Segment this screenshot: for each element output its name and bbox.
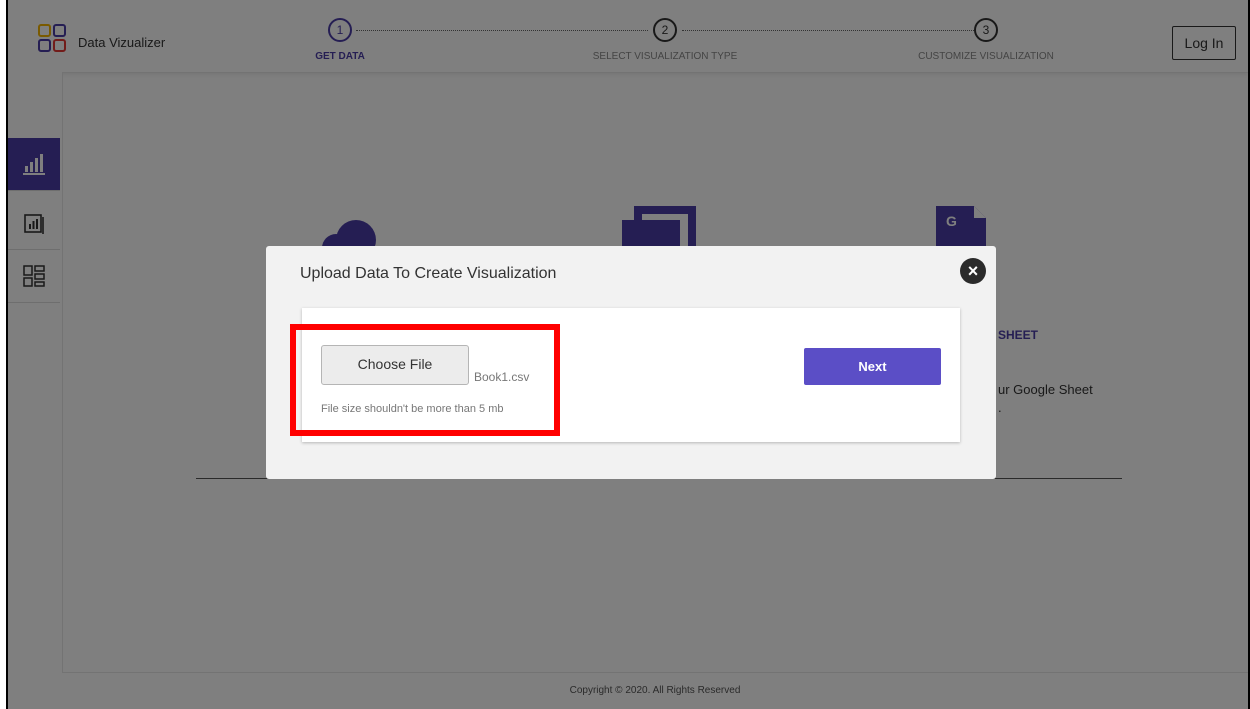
app-window: Data Vizualizer 1 GET DATA 2 SELECT VISU… bbox=[6, 0, 1250, 709]
close-icon[interactable]: × bbox=[960, 258, 986, 284]
highlight-box bbox=[290, 324, 560, 436]
modal-title: Upload Data To Create Visualization bbox=[300, 265, 557, 282]
next-button[interactable]: Next bbox=[804, 348, 941, 385]
